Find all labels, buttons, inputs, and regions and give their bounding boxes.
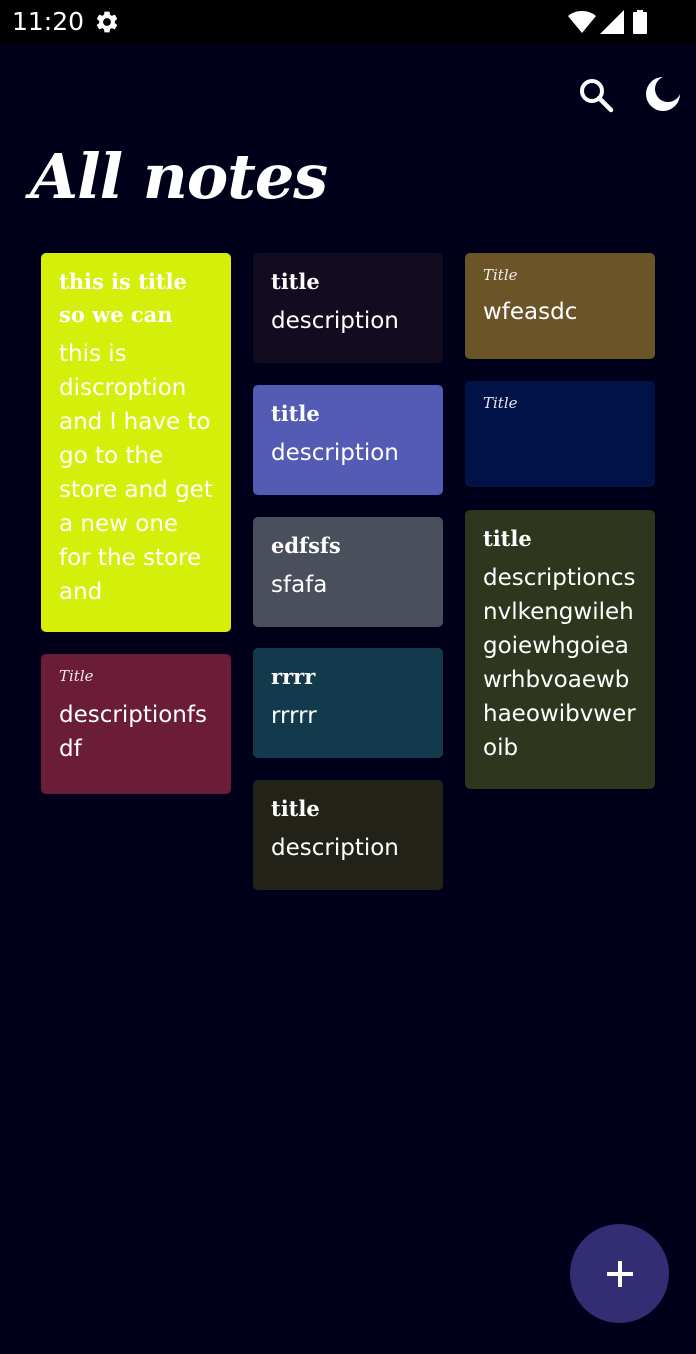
- status-time: 11:20: [12, 7, 85, 36]
- signal-icon: [600, 10, 624, 34]
- add-note-button[interactable]: [570, 1224, 669, 1323]
- status-bar: 11:20: [0, 0, 696, 44]
- note-description: description: [271, 440, 399, 466]
- note-card[interactable]: title description: [253, 780, 443, 890]
- note-title: Title: [483, 266, 518, 284]
- note-card[interactable]: Title descriptionfsdf: [41, 654, 231, 794]
- note-card[interactable]: edfsfs sfafa: [253, 517, 443, 627]
- note-title: Title: [59, 667, 94, 685]
- moon-icon[interactable]: [644, 75, 682, 113]
- note-description: wfeasdc: [483, 299, 578, 325]
- note-card[interactable]: Title: [465, 381, 655, 487]
- note-description: sfafa: [271, 572, 328, 598]
- note-title: edfsfs: [271, 533, 341, 558]
- note-title: Title: [483, 394, 518, 412]
- note-description: description: [271, 308, 399, 334]
- note-card[interactable]: Title wfeasdc: [465, 253, 655, 359]
- battery-icon: [633, 10, 647, 34]
- note-card[interactable]: title description: [253, 253, 443, 363]
- settings-gear-icon: [96, 11, 118, 33]
- note-card[interactable]: this is title so we can this is discropt…: [41, 253, 231, 632]
- note-title: title: [271, 401, 320, 426]
- note-title: title: [271, 796, 320, 821]
- search-icon[interactable]: [578, 77, 614, 113]
- note-card[interactable]: rrrr rrrrr: [253, 648, 443, 758]
- page-title: All notes: [30, 140, 328, 213]
- plus-icon: [606, 1260, 633, 1287]
- note-description: rrrrr: [271, 703, 317, 729]
- note-title: this is title so we can: [59, 269, 187, 327]
- note-title: rrrr: [271, 664, 316, 689]
- note-description: descriptioncsnvlkengwilehgoiewhgoieawrhb…: [483, 565, 636, 761]
- note-title: title: [271, 269, 320, 294]
- wifi-icon: [568, 11, 596, 33]
- note-description: description: [271, 835, 399, 861]
- note-card[interactable]: title descriptioncsnvlkengwilehgoiewhgoi…: [465, 510, 655, 789]
- note-card[interactable]: title description: [253, 385, 443, 495]
- note-title: title: [483, 526, 532, 551]
- note-description: descriptionfsdf: [59, 702, 207, 762]
- note-description: this is discroption and I have to go to …: [59, 341, 213, 605]
